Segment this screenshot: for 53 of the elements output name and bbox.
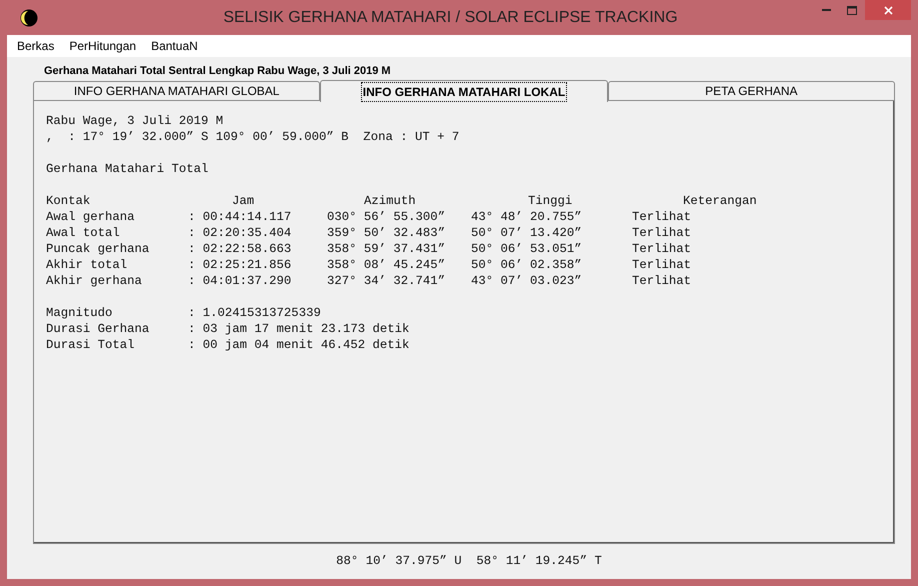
table-cell: Terlihat [632, 242, 692, 256]
table-cell: 030° 56’ 55.300” [327, 210, 446, 224]
table-cell: : 02:20:35.404 [188, 226, 292, 240]
tab[interactable]: PETA GERHANA [608, 81, 895, 101]
table-cell: Terlihat [632, 274, 692, 288]
summary-label: Durasi Gerhana [46, 322, 150, 336]
menu-item[interactable]: PerHitungan [69, 37, 136, 55]
table-cell: Terlihat [632, 258, 692, 272]
table-cell: Awal total [46, 226, 120, 240]
close-button[interactable] [865, 0, 911, 20]
table-cell: Puncak gerhana [46, 242, 150, 256]
table-cell: : 02:25:21.856 [188, 258, 292, 272]
table-cell: Awal gerhana [46, 210, 135, 224]
table-cell: 43° 48’ 20.755” [471, 210, 582, 224]
table-cell: 50° 06’ 02.358” [471, 258, 582, 272]
table-cell: 327° 34’ 32.741” [327, 274, 446, 288]
table-cell: 43° 07’ 03.023” [471, 274, 582, 288]
info-line: , : 17° 19’ 32.000” S 109° 00’ 59.000” B Zona : UT + 7 [46, 129, 460, 145]
status-bar-coordinates: 88° 10’ 37.975” U 58° 11’ 19.245” T [336, 553, 602, 570]
column-header: Tinggi [528, 194, 572, 208]
table-cell: Terlihat [632, 226, 692, 240]
summary-label: Magnitudo [46, 306, 112, 320]
summary-label: Durasi Total [46, 338, 135, 352]
tab[interactable]: INFO GERHANA MATAHARI LOKAL [320, 80, 608, 102]
close-icon [884, 6, 892, 14]
table-cell: Akhir total [46, 258, 128, 272]
moon-icon [20, 8, 38, 26]
table-cell: Akhir gerhana [46, 274, 142, 288]
table-cell: : 00:44:14.117 [188, 210, 292, 224]
table-cell: 358° 08’ 45.245” [327, 258, 446, 272]
column-header: Keterangan [683, 194, 757, 208]
window-title: SELISIK GERHANA MATAHARI / SOLAR ECLIPSE TRACKING [222, 8, 679, 28]
table-cell: : 02:22:58.663 [188, 242, 292, 256]
summary-value: : 03 jam 17 menit 23.173 detik [188, 322, 410, 336]
menu-item[interactable]: Berkas [17, 37, 54, 55]
table-cell: 358° 59’ 37.431” [327, 242, 446, 256]
minimize-icon [822, 8, 830, 12]
table-cell: 50° 06’ 53.051” [471, 242, 582, 256]
table-cell: : 04:01:37.290 [188, 274, 292, 288]
table-cell: 50° 07’ 13.420” [471, 226, 582, 240]
column-header: Azimuth [364, 194, 416, 208]
tab[interactable]: INFO GERHANA MATAHARI GLOBAL [33, 81, 320, 101]
menu-item[interactable]: BantuaN [151, 37, 198, 55]
column-header: Kontak [46, 194, 90, 208]
heading: Gerhana Matahari Total Sentral Lengkap Rabu Wage, 3 Juli 2019 M [43, 64, 392, 79]
summary-value: : 00 jam 04 menit 46.452 detik [188, 338, 410, 352]
maximize-icon [847, 6, 857, 14]
table-cell: 359° 50’ 32.483” [327, 226, 446, 240]
eclipse-type: Gerhana Matahari Total [46, 161, 210, 177]
column-header: Jam [232, 194, 254, 208]
info-line: Rabu Wage, 3 Juli 2019 M [46, 113, 224, 129]
summary-value: : 1.02415313725339 [188, 306, 321, 320]
table-cell: Terlihat [632, 210, 692, 224]
